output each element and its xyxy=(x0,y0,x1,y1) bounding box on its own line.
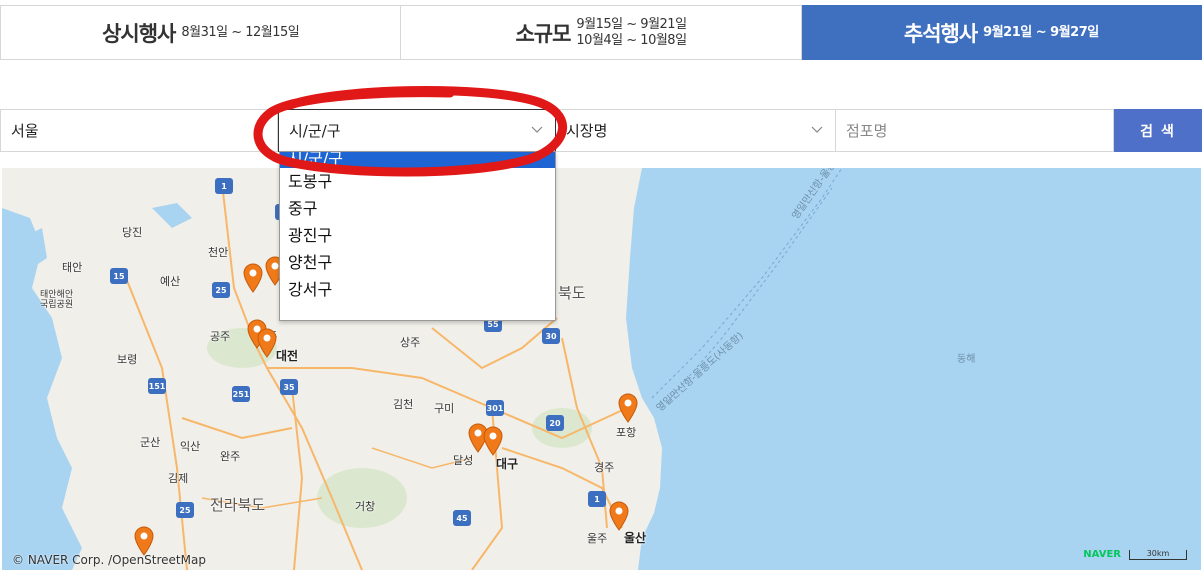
province-label: 북도 xyxy=(558,284,586,302)
tab-date-line2: 10월4일 ~ 10월8일 xyxy=(576,32,687,48)
tab-date: 8월31일 ~ 12월15일 xyxy=(181,24,300,40)
city-label: 예산 xyxy=(160,275,181,288)
search-button[interactable]: 검 색 xyxy=(1114,109,1202,152)
dropdown-option[interactable]: 강서구 xyxy=(280,276,555,303)
tab-chuseok-event[interactable]: 추석행사 9월21일 ~ 9월27일 xyxy=(801,5,1202,60)
highway-shield: 1 xyxy=(215,178,233,194)
store-name-field[interactable] xyxy=(836,109,1114,152)
tab-title: 상시행사 xyxy=(102,21,176,46)
city-label: 포항 xyxy=(616,426,637,439)
highway-shield: 301 xyxy=(486,400,504,416)
sea-label: 동해 xyxy=(957,354,976,365)
market-pin-icon[interactable] xyxy=(133,526,155,556)
map-copyright: © NAVER Corp. /OpenStreetMap xyxy=(12,553,206,567)
red-annotation-circle xyxy=(253,85,568,177)
city-label: 대전 xyxy=(276,349,299,363)
market-pin-icon[interactable] xyxy=(617,393,639,423)
city-label: 천안 xyxy=(208,246,229,259)
tab-title: 추석행사 xyxy=(903,21,978,46)
market-pin-icon[interactable] xyxy=(482,426,504,456)
highway-shield: 45 xyxy=(453,510,471,526)
city-label: 상주 xyxy=(400,336,421,349)
map-scale-bar: 30km xyxy=(1129,550,1187,560)
event-tabs: 상시행사 8월31일 ~ 12월15일 소규모 9월15일 ~ 9월21일 10… xyxy=(0,5,1202,60)
city-label: 김제 xyxy=(168,472,189,485)
naver-logo: NAVER xyxy=(1083,549,1121,560)
city-label: 경주 xyxy=(594,461,615,474)
tab-small-event[interactable]: 소규모 9월15일 ~ 9월21일 10월4일 ~ 10월8일 xyxy=(401,5,802,60)
store-name-input[interactable] xyxy=(846,121,1103,140)
tab-regular-event[interactable]: 상시행사 8월31일 ~ 12월15일 xyxy=(0,5,402,60)
city-select-value: 서울 xyxy=(11,122,39,140)
city-label: 구미 xyxy=(434,402,455,415)
city-label: 울주 xyxy=(587,532,608,545)
market-pin-icon[interactable] xyxy=(608,501,630,531)
tab-title: 소규모 xyxy=(515,21,571,46)
highway-shield: 25 xyxy=(176,502,194,518)
search-filters: 서울 시/군/구 시장명 검 색 xyxy=(0,109,1202,152)
city-select[interactable]: 서울 xyxy=(0,109,278,152)
dropdown-option[interactable]: 광진구 xyxy=(280,222,555,249)
city-label: 당진 xyxy=(122,226,143,239)
tab-date-line1: 9월15일 ~ 9월21일 xyxy=(576,16,687,32)
city-label: 군산 xyxy=(140,436,161,449)
city-label: 거창 xyxy=(355,500,376,513)
province-label: 전라북도 xyxy=(210,496,266,514)
tab-date: 9월21일 ~ 9월27일 xyxy=(983,24,1099,40)
dropdown-option[interactable]: 양천구 xyxy=(280,249,555,276)
highway-shield: 251 xyxy=(232,386,250,402)
map-view[interactable]: 당진 천안 예산 태안 공주 세종 보령 대전 군산 익산 김제 완주 전라북도… xyxy=(2,168,1201,570)
highway-shield: 30 xyxy=(542,328,560,344)
highway-shield: 1 xyxy=(588,491,606,507)
park-label: 태안해안국립공원 xyxy=(40,290,74,310)
highway-shield: 35 xyxy=(280,379,298,395)
dropdown-option[interactable]: 중구 xyxy=(280,195,555,222)
tab-date: 9월15일 ~ 9월21일 10월4일 ~ 10월8일 xyxy=(576,16,687,49)
chevron-down-icon xyxy=(811,126,823,133)
highway-shield: 15 xyxy=(110,268,128,284)
market-select[interactable]: 시장명 xyxy=(556,109,836,152)
city-label: 완주 xyxy=(220,450,241,463)
city-label: 울산 xyxy=(624,531,647,545)
city-label: 김천 xyxy=(393,398,414,411)
market-pin-icon[interactable] xyxy=(256,328,278,358)
city-label: 보령 xyxy=(117,353,138,366)
market-pin-icon[interactable] xyxy=(242,263,264,293)
page: 상시행사 8월31일 ~ 12월15일 소규모 9월15일 ~ 9월21일 10… xyxy=(0,0,1202,570)
highway-shield: 20 xyxy=(546,415,564,431)
city-label: 태안 xyxy=(62,261,83,274)
highway-shield: 151 xyxy=(148,378,166,394)
city-label: 달성 xyxy=(453,454,474,467)
highway-shield: 25 xyxy=(212,282,230,298)
city-label: 대구 xyxy=(496,457,519,471)
city-label: 공주 xyxy=(210,330,231,343)
city-label: 익산 xyxy=(180,440,201,453)
